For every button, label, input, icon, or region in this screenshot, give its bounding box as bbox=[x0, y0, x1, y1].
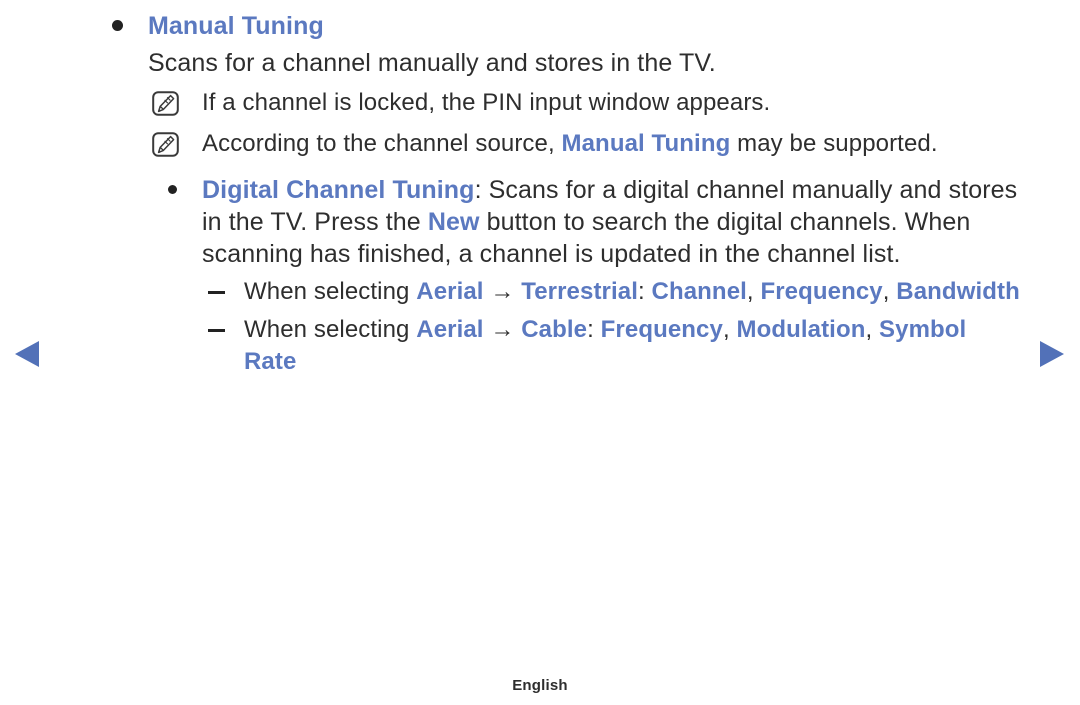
menu-aerial: Aerial bbox=[416, 278, 484, 305]
manual-tuning-bullet: Manual Tuning bbox=[104, 8, 1020, 44]
bullet-dot-icon bbox=[112, 20, 123, 31]
option-bandwidth: Bandwidth bbox=[896, 278, 1020, 305]
note-text-before: According to the channel source, bbox=[202, 130, 562, 157]
note-row: If a channel is locked, the PIN input wi… bbox=[104, 82, 1020, 123]
content-body: Manual Tuning Scans for a channel manual… bbox=[0, 0, 1080, 378]
manual-page: Manual Tuning Scans for a channel manual… bbox=[0, 0, 1080, 705]
option-channel: Channel bbox=[651, 278, 747, 305]
note-row: According to the channel source, Manual … bbox=[104, 123, 1020, 164]
footer-language-label: English bbox=[512, 677, 568, 694]
menu-aerial: Aerial bbox=[416, 316, 484, 343]
note-highlight-manual-tuning: Manual Tuning bbox=[561, 130, 731, 157]
menu-cable: Cable bbox=[521, 316, 588, 343]
sub-item-terrestrial: When selecting Aerial → Terrestrial: Cha… bbox=[104, 276, 1020, 308]
sub-item-colon: : bbox=[637, 278, 645, 305]
sub-item-colon: : bbox=[587, 316, 594, 343]
sub-item-prefix: When selecting bbox=[244, 316, 417, 343]
digital-channel-tuning-heading: Digital Channel Tuning bbox=[202, 176, 475, 204]
note-pencil-icon bbox=[152, 91, 179, 116]
option-separator: , bbox=[882, 278, 897, 305]
arrow-right-icon: → bbox=[490, 278, 515, 305]
new-button-reference: New bbox=[427, 208, 480, 236]
sub-item-prefix: When selecting bbox=[244, 278, 417, 305]
option-frequency: Frequency bbox=[600, 316, 723, 343]
option-frequency: Frequency bbox=[760, 278, 883, 305]
note-pencil-icon bbox=[152, 132, 179, 157]
arrow-right-icon: → bbox=[490, 316, 515, 343]
option-separator: , bbox=[865, 316, 880, 343]
dash-bullet-icon bbox=[208, 329, 225, 332]
dash-bullet-icon bbox=[208, 291, 225, 294]
option-separator: , bbox=[746, 278, 761, 305]
bullet-dot-icon bbox=[168, 185, 177, 194]
note-text: If a channel is locked, the PIN input wi… bbox=[202, 89, 771, 116]
sub-item-cable: When selecting Aerial → Cable: Frequency… bbox=[104, 314, 1020, 378]
manual-tuning-description: Scans for a channel manually and stores … bbox=[148, 49, 716, 77]
digital-channel-tuning-colon: : bbox=[474, 176, 482, 204]
option-modulation: Modulation bbox=[736, 316, 866, 343]
option-separator: , bbox=[722, 316, 737, 343]
manual-tuning-title: Manual Tuning bbox=[148, 12, 324, 40]
menu-terrestrial: Terrestrial bbox=[521, 278, 638, 305]
note-text-after: may be supported. bbox=[730, 130, 938, 157]
digital-channel-tuning-bullet: Digital Channel Tuning: Scans for a digi… bbox=[104, 174, 1020, 270]
